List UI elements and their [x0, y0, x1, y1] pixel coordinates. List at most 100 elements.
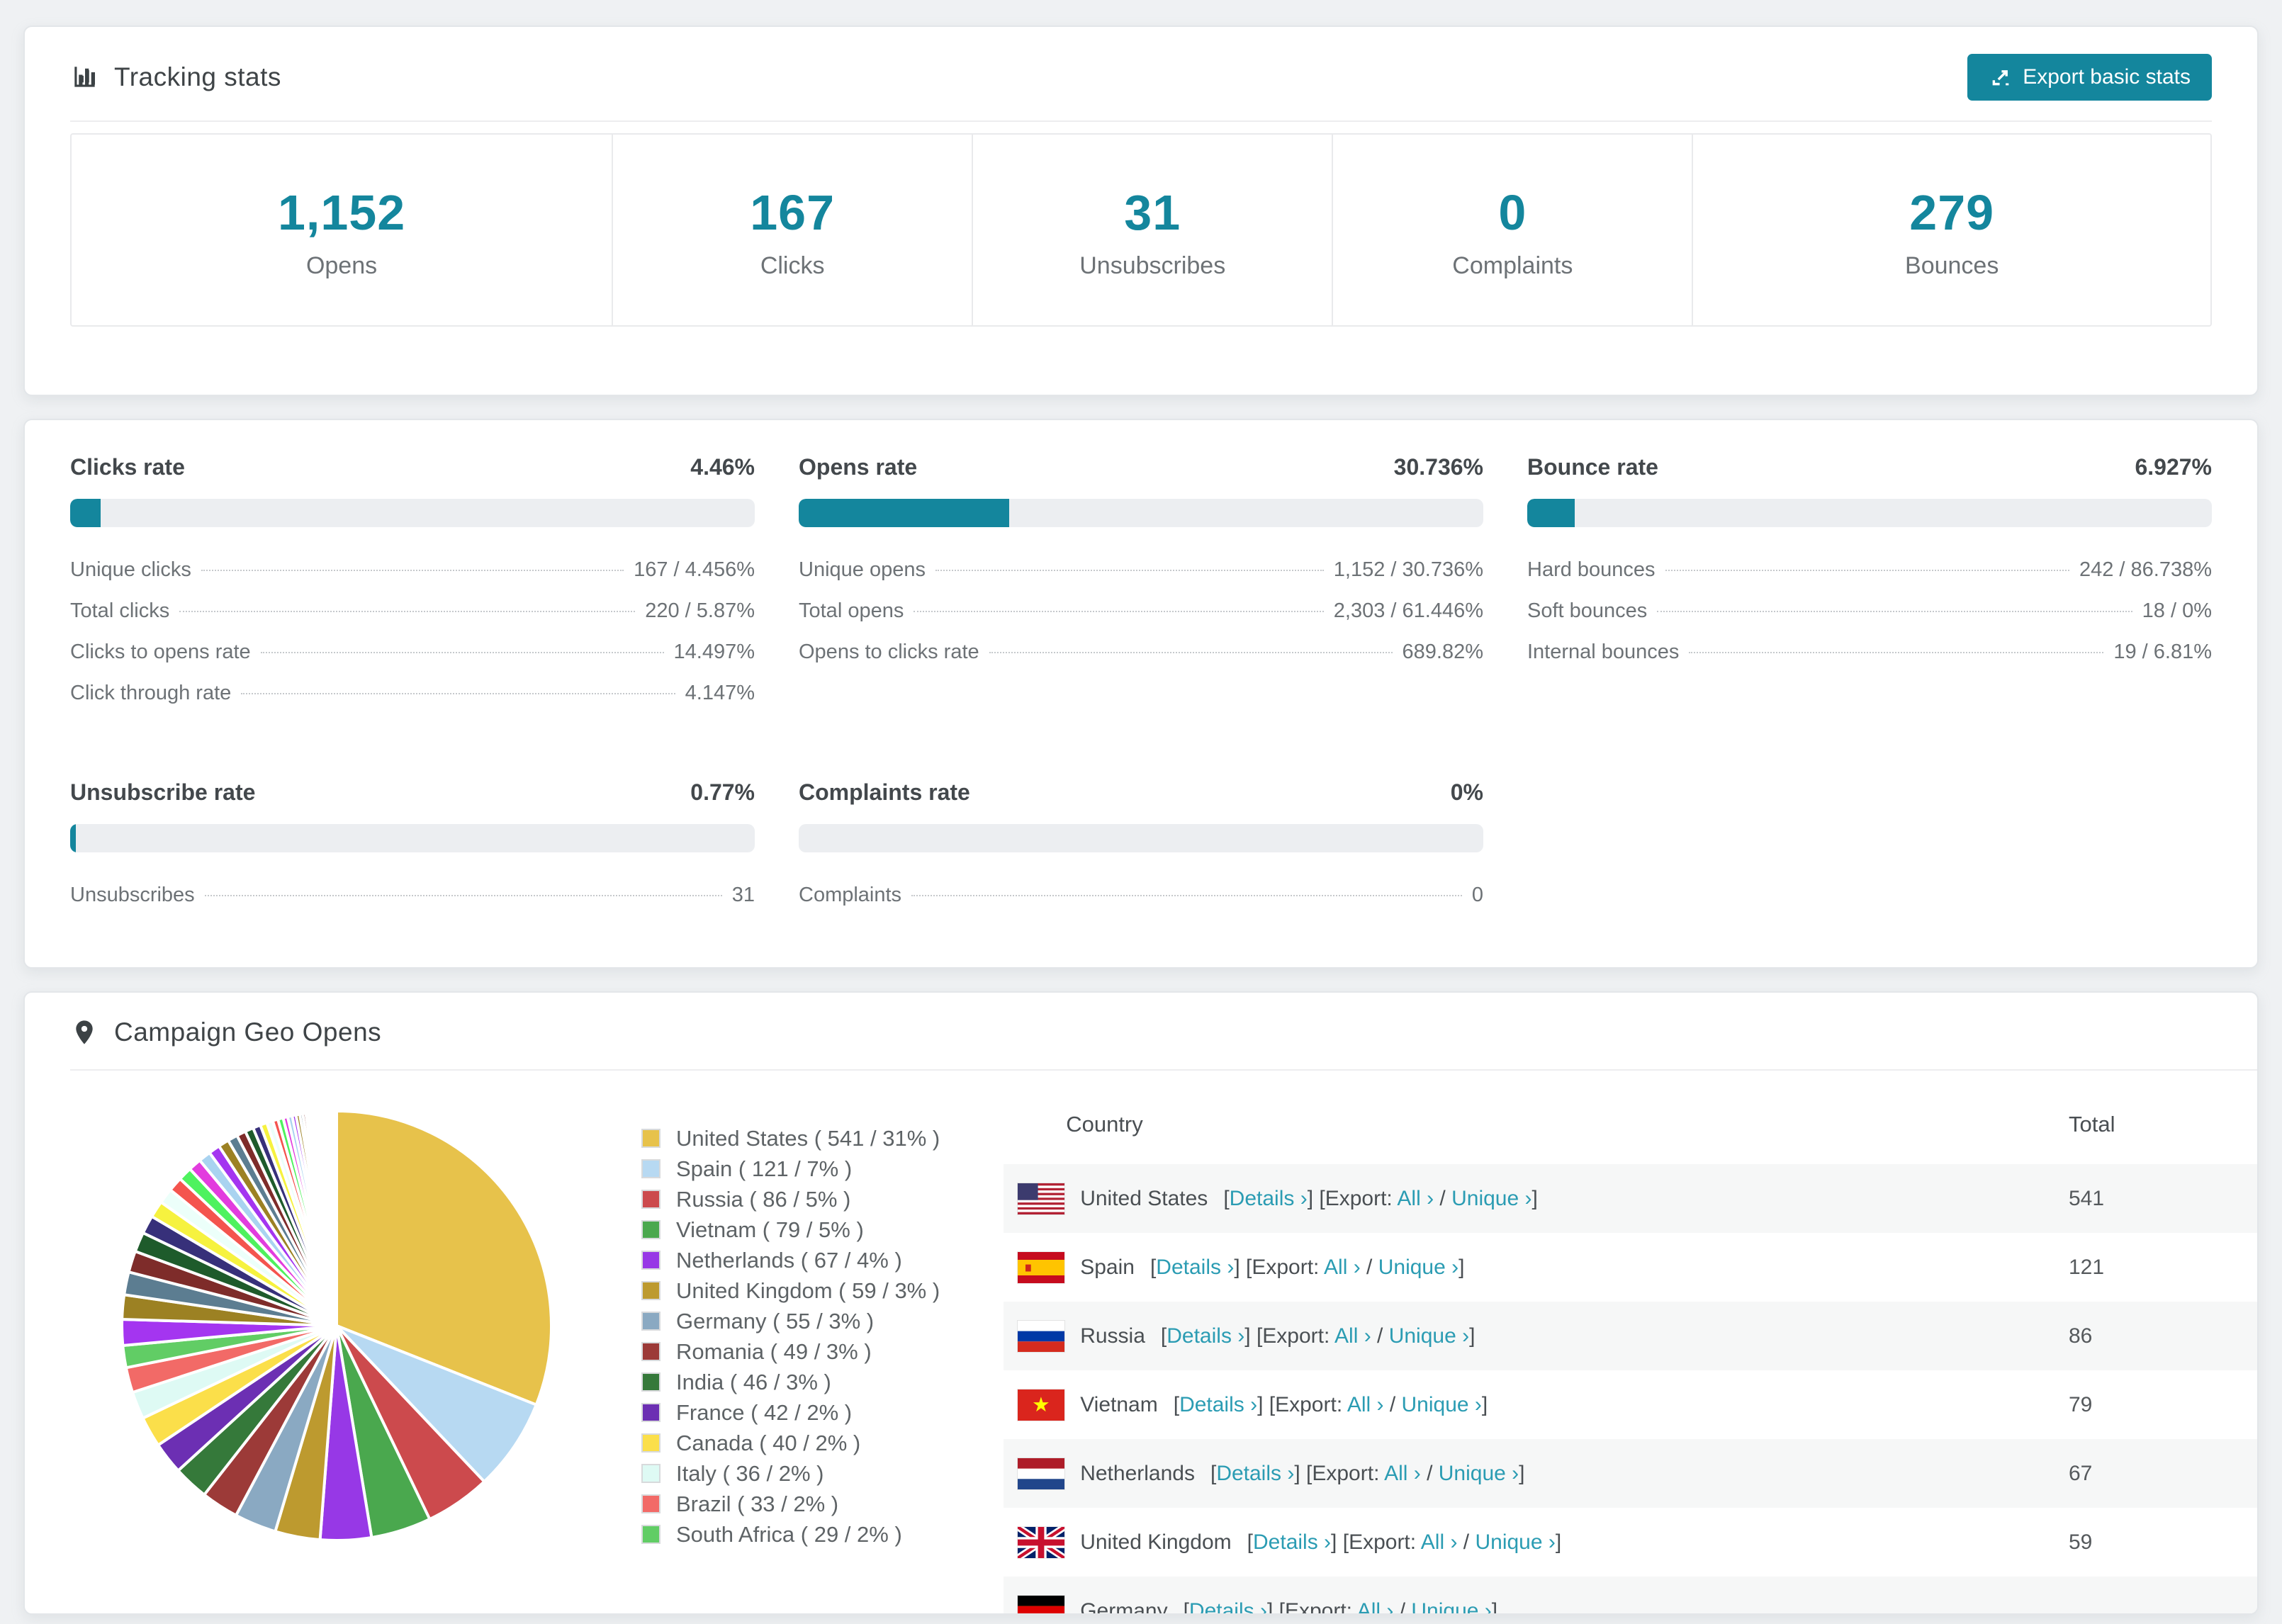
export-unique-link[interactable]: Unique ›	[1475, 1530, 1555, 1554]
stat-value: 1,152	[277, 185, 406, 240]
rate-row: Internal bounces 19 / 6.81%	[1527, 641, 2212, 682]
stat-box: 0 Complaints	[1332, 135, 1692, 325]
rate-row: Complaints 0	[799, 884, 1483, 925]
rate-row-label: Total opens	[799, 599, 904, 622]
legend-swatch	[641, 1281, 661, 1300]
legend-item: Spain ( 121 / 7% )	[641, 1154, 940, 1184]
export-unique-link[interactable]: Unique ›	[1451, 1187, 1531, 1210]
rate-title: Opens rate	[799, 454, 918, 480]
rate-row-label: Hard bounces	[1527, 558, 1656, 581]
dashboard-page: Tracking stats Export basic stats 1,152 O…	[0, 0, 2282, 1615]
legend-label: United States ( 541 / 31% )	[676, 1125, 940, 1151]
country-name: United States	[1080, 1186, 1208, 1210]
progress-track	[799, 499, 1483, 527]
details-link[interactable]: Details ›	[1230, 1187, 1308, 1210]
stat-summary-row: 1,152 Opens 167 Clicks 31 Unsubscribes 0 Compla…	[70, 133, 2212, 327]
rate-title: Clicks rate	[70, 454, 185, 480]
rate-row-value: 1,152 / 30.736%	[1333, 558, 1483, 581]
table-row: Germany [Details ›] [Export: All › / Uni…	[1004, 1577, 2257, 1614]
legend-label: Romania ( 49 / 3% )	[676, 1338, 872, 1364]
rates-grid: Clicks rate 4.46% Unique clicks 167 / 4.456…	[70, 454, 2212, 925]
rate-title: Bounce rate	[1527, 454, 1658, 480]
rate-value: 4.46%	[690, 454, 755, 480]
rate-row: Unique opens 1,152 / 30.736%	[799, 558, 1483, 599]
export-all-link[interactable]: All ›	[1421, 1530, 1458, 1554]
rate-row-value: 689.82%	[1402, 641, 1484, 663]
export-all-link[interactable]: All ›	[1397, 1187, 1434, 1210]
rate-row-value: 0	[1471, 884, 1483, 906]
export-all-link[interactable]: All ›	[1324, 1256, 1361, 1279]
progress-fill	[70, 499, 101, 527]
details-link[interactable]: Details ›	[1179, 1393, 1257, 1416]
export-unique-link[interactable]: Unique ›	[1389, 1324, 1469, 1348]
stat-label: Unsubscribes	[1079, 252, 1226, 279]
export-button-label: Export basic stats	[2023, 65, 2191, 89]
rate-row: Clicks to opens rate 14.497%	[70, 641, 755, 682]
legend-item: Brazil ( 33 / 2% )	[641, 1489, 940, 1519]
details-link[interactable]: Details ›	[1216, 1462, 1294, 1485]
map-pin-icon	[76, 1020, 93, 1044]
rate-row: Total clicks 220 / 5.87%	[70, 599, 755, 641]
tracking-stats-title: Tracking stats	[114, 62, 281, 91]
country-flag	[1018, 1320, 1065, 1352]
country-table-header: Country Total	[1004, 1071, 2257, 1164]
rate-value: 0.77%	[690, 779, 755, 805]
rate-block: Opens rate 30.736% Unique opens 1,152 / 30.…	[799, 454, 1483, 723]
details-link[interactable]: Details ›	[1156, 1256, 1234, 1279]
total-value: 86	[2069, 1324, 2093, 1348]
rate-row: Unique clicks 167 / 4.456%	[70, 558, 755, 599]
export-unique-link[interactable]: Unique ›	[1378, 1256, 1458, 1279]
export-all-link[interactable]: All ›	[1357, 1599, 1394, 1614]
rate-value: 6.927%	[2135, 454, 2212, 480]
progress-track	[1527, 499, 2212, 527]
details-link[interactable]: Details ›	[1189, 1599, 1267, 1614]
rate-row: Opens to clicks rate 689.82%	[799, 641, 1483, 682]
rate-row: Hard bounces 242 / 86.738%	[1527, 558, 2212, 599]
progress-track	[799, 824, 1483, 852]
legend-swatch	[641, 1159, 661, 1178]
legend-swatch	[641, 1190, 661, 1209]
legend-label: Russia ( 86 / 5% )	[676, 1186, 851, 1212]
rate-row-label: Clicks to opens rate	[70, 641, 251, 663]
legend-item: France ( 42 / 2% )	[641, 1397, 940, 1428]
export-basic-stats-button[interactable]: Export basic stats	[1967, 54, 2212, 101]
export-unique-link[interactable]: Unique ›	[1402, 1393, 1482, 1416]
rate-row: Unsubscribes 31	[70, 884, 755, 925]
progress-fill	[1527, 499, 1575, 527]
export-all-link[interactable]: All ›	[1347, 1393, 1384, 1416]
details-link[interactable]: Details ›	[1253, 1530, 1331, 1554]
table-row: ★ Vietnam [Details ›] [Export: All › / Un…	[1004, 1370, 2257, 1439]
legend-swatch	[641, 1464, 661, 1483]
table-row: Russia [Details ›] [Export: All › / Uniq…	[1004, 1302, 2257, 1370]
rate-row-label: Unique clicks	[70, 558, 191, 581]
legend-label: Brazil ( 33 / 2% )	[676, 1491, 839, 1516]
legend-swatch	[641, 1312, 661, 1331]
export-unique-link[interactable]: Unique ›	[1439, 1462, 1519, 1485]
dotted-leader	[260, 652, 664, 653]
column-header-country: Country	[1066, 1112, 1143, 1137]
rate-row-value: 167 / 4.456%	[634, 558, 755, 581]
rate-row-label: Internal bounces	[1527, 641, 1680, 663]
rate-row: Total opens 2,303 / 61.446%	[799, 599, 1483, 641]
country-table: Country Total United States [Details ›] …	[1004, 1071, 2257, 1614]
rate-row-label: Click through rate	[70, 682, 232, 704]
table-row: Spain [Details ›] [Export: All › / Uniqu…	[1004, 1233, 2257, 1302]
rate-block: Clicks rate 4.46% Unique clicks 167 / 4.456…	[70, 454, 755, 723]
pie-slice	[334, 1109, 338, 1327]
export-all-link[interactable]: All ›	[1334, 1324, 1371, 1348]
legend-swatch	[641, 1525, 661, 1544]
rate-row-value: 242 / 86.738%	[2079, 558, 2212, 581]
rate-block: Complaints rate 0% Complaints 0	[799, 779, 1483, 925]
rate-row-label: Unique opens	[799, 558, 926, 581]
stat-value: 167	[750, 185, 836, 240]
export-unique-link[interactable]: Unique ›	[1411, 1599, 1491, 1614]
stat-box: 279 Bounces	[1692, 135, 2210, 325]
dotted-leader	[204, 895, 722, 896]
progress-fill	[799, 499, 1009, 527]
details-link[interactable]: Details ›	[1167, 1324, 1244, 1348]
pie-legend: United States ( 541 / 31% ) Spain ( 121 /…	[641, 1123, 940, 1550]
legend-item: Canada ( 40 / 2% )	[641, 1428, 940, 1458]
export-all-link[interactable]: All ›	[1384, 1462, 1421, 1485]
legend-label: United Kingdom ( 59 / 3% )	[676, 1278, 940, 1303]
rate-row-value: 18 / 0%	[2142, 599, 2212, 622]
